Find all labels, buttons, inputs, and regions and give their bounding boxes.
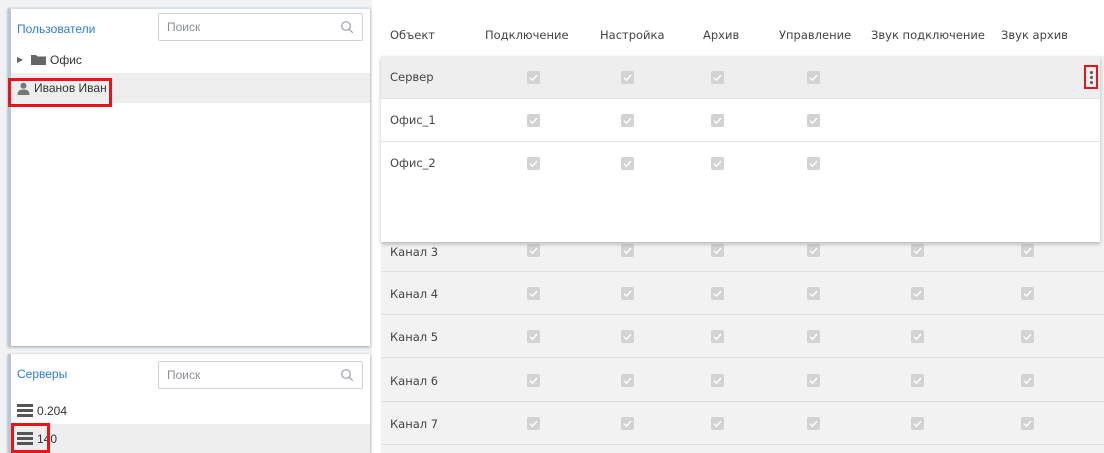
permission-checkbox[interactable] — [621, 157, 634, 170]
permission-checkbox[interactable] — [621, 244, 634, 257]
permission-checkbox[interactable] — [527, 71, 540, 84]
permission-checkbox[interactable] — [911, 244, 924, 257]
permission-checkbox[interactable] — [621, 330, 634, 343]
tree-item-label: Офис — [50, 52, 82, 67]
permission-checkbox[interactable] — [527, 157, 540, 170]
permission-checkbox[interactable] — [807, 157, 820, 170]
server-item-label: 0.204 — [37, 403, 68, 418]
column-header[interactable]: Подключение — [485, 28, 569, 42]
servers-panel-header: Серверы Поиск — [11, 354, 370, 394]
server-icon — [17, 404, 33, 417]
object-popup: Сервер Офис_1 Офис_2 — [381, 56, 1100, 242]
servers-search-placeholder: Поиск — [167, 368, 201, 382]
tree-item-office[interactable]: ▶ Офис — [11, 46, 370, 73]
column-header[interactable]: Управление — [779, 28, 851, 42]
permission-checkbox[interactable] — [1021, 374, 1034, 387]
permission-checkbox[interactable] — [807, 374, 820, 387]
permission-checkbox[interactable] — [911, 374, 924, 387]
permission-checkbox[interactable] — [527, 114, 540, 127]
object-name: Канал 7 — [390, 417, 439, 431]
permission-checkbox[interactable] — [1021, 417, 1034, 430]
permission-checkbox[interactable] — [527, 374, 540, 387]
object-name: Офис_1 — [390, 113, 436, 127]
folder-icon — [31, 55, 46, 65]
column-header[interactable]: Архив — [703, 28, 739, 42]
highlight-box — [8, 78, 112, 107]
column-header[interactable]: Звук подключение — [871, 28, 985, 42]
column-header[interactable]: Объект — [390, 28, 435, 42]
permission-checkbox[interactable] — [621, 417, 634, 430]
server-item[interactable]: 0.204 — [11, 397, 370, 424]
left-sidebar: Пользователи Поиск ▶ Офис Иванов Иван Се… — [0, 0, 372, 453]
table-header: Объект Подключение Настройка Архив Управ… — [381, 0, 1104, 56]
object-name: Канал 5 — [390, 330, 439, 344]
table-row[interactable]: Офис_2 — [381, 142, 1100, 242]
object-name: Офис_2 — [390, 156, 436, 170]
permission-checkbox[interactable] — [1021, 287, 1034, 300]
permission-checkbox[interactable] — [527, 244, 540, 257]
permission-checkbox[interactable] — [621, 287, 634, 300]
permission-checkbox[interactable] — [1021, 330, 1034, 343]
users-search-input[interactable]: Поиск — [158, 13, 363, 41]
highlight-box — [11, 423, 50, 453]
object-name: Канал 6 — [390, 374, 439, 388]
permission-checkbox[interactable] — [807, 417, 820, 430]
servers-panel-title: Серверы — [17, 367, 68, 381]
permission-checkbox[interactable] — [911, 417, 924, 430]
permission-checkbox[interactable] — [807, 330, 820, 343]
search-icon — [341, 369, 354, 382]
users-panel-header: Пользователи Поиск — [11, 9, 370, 49]
permission-checkbox[interactable] — [807, 114, 820, 127]
users-panel: Пользователи Поиск ▶ Офис Иванов Иван — [8, 8, 370, 346]
permission-checkbox[interactable] — [711, 244, 724, 257]
permission-checkbox[interactable] — [711, 374, 724, 387]
object-name: Канал 3 — [390, 245, 439, 259]
users-panel-title: Пользователи — [17, 22, 96, 36]
search-icon — [341, 21, 354, 34]
table-row[interactable]: Сервер — [381, 56, 1100, 99]
permission-checkbox[interactable] — [711, 157, 724, 170]
table-row[interactable]: Канал 7 — [381, 402, 1104, 445]
server-item[interactable]: 140 — [11, 424, 370, 453]
column-header[interactable]: Настройка — [600, 28, 665, 42]
permission-checkbox[interactable] — [527, 417, 540, 430]
users-search-placeholder: Поиск — [167, 20, 201, 34]
object-name: Сервер — [390, 70, 434, 84]
servers-panel: Серверы Поиск 0.204 140 — [8, 354, 370, 453]
table-row[interactable]: Канал 6 — [381, 359, 1104, 402]
permission-checkbox[interactable] — [711, 417, 724, 430]
permission-checkbox[interactable] — [621, 374, 634, 387]
table-row[interactable]: Канал 5 — [381, 315, 1104, 358]
permission-checkbox[interactable] — [527, 287, 540, 300]
object-name: Канал 4 — [390, 287, 439, 301]
permission-checkbox[interactable] — [1021, 244, 1034, 257]
servers-search-input[interactable]: Поиск — [158, 361, 363, 389]
permission-checkbox[interactable] — [911, 330, 924, 343]
table-row[interactable]: Офис_1 — [381, 99, 1100, 142]
more-options-icon[interactable] — [1084, 65, 1098, 89]
permissions-table: Объект Подключение Настройка Архив Управ… — [381, 0, 1104, 453]
table-row[interactable]: Канал 4 — [381, 272, 1104, 315]
permission-checkbox[interactable] — [711, 114, 724, 127]
permission-checkbox[interactable] — [711, 71, 724, 84]
permission-checkbox[interactable] — [711, 330, 724, 343]
permission-checkbox[interactable] — [807, 244, 820, 257]
permission-checkbox[interactable] — [621, 71, 634, 84]
permission-checkbox[interactable] — [807, 71, 820, 84]
permission-checkbox[interactable] — [711, 287, 724, 300]
permission-checkbox[interactable] — [527, 330, 540, 343]
permission-checkbox[interactable] — [621, 114, 634, 127]
permission-checkbox[interactable] — [807, 287, 820, 300]
column-header[interactable]: Звук архив — [1001, 28, 1068, 42]
permission-checkbox[interactable] — [911, 287, 924, 300]
caret-right-icon[interactable]: ▶ — [17, 55, 31, 64]
